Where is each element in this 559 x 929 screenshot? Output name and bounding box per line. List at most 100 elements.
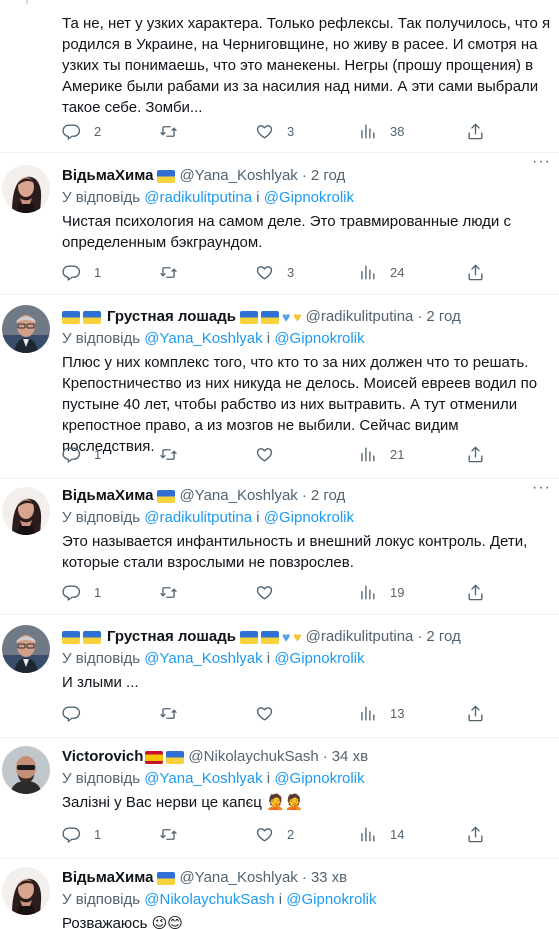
tweet-1[interactable]: ВідьмаХима @Yana_Koshlyak · 2 год У відп…	[0, 153, 559, 294]
author-handle[interactable]: @radikulitputina	[306, 307, 414, 327]
author-handle[interactable]: @Yana_Koshlyak	[179, 868, 297, 888]
flag-icon	[157, 169, 176, 183]
retweet-icon	[159, 583, 178, 602]
timestamp[interactable]: 2 год	[311, 486, 345, 506]
like-button[interactable]: 3	[255, 263, 294, 282]
mention-link[interactable]: @Gipnokrolik	[286, 891, 376, 908]
mention-link[interactable]: @Gipnokrolik	[264, 189, 354, 206]
like-icon	[255, 704, 274, 723]
tweet-2[interactable]: Грустная лошадь ♥ ♥ @radikulitputina · 2 …	[0, 295, 559, 478]
reply-button[interactable]: 1	[62, 445, 101, 464]
reply-to: У відповідь @radikulitputina і @Gipnokro…	[62, 189, 355, 206]
avatar[interactable]	[2, 305, 50, 353]
like-icon	[255, 122, 274, 141]
views-button[interactable]: 13	[358, 704, 404, 723]
like-button[interactable]	[255, 445, 274, 464]
author-handle[interactable]: @NikolaychukSash	[188, 747, 318, 767]
timestamp[interactable]: 2 год	[426, 307, 460, 327]
views-button[interactable]: 19	[358, 583, 404, 602]
reply-icon	[62, 263, 81, 282]
mention-link[interactable]: @NikolaychukSash	[144, 891, 274, 908]
author-name[interactable]: ВідьмаХима	[62, 868, 153, 888]
share-button[interactable]	[466, 704, 485, 723]
mention-link[interactable]: @Yana_Koshlyak	[144, 650, 262, 667]
retweet-button[interactable]	[159, 583, 178, 602]
tweet-text: И злыми ...	[62, 674, 139, 691]
mention-link[interactable]: @radikulitputina	[144, 189, 252, 206]
avatar[interactable]	[2, 867, 50, 915]
mention-link[interactable]: @radikulitputina	[144, 509, 252, 526]
tweet-text: Это называется инфантильность и внешний …	[62, 533, 528, 571]
share-button[interactable]	[466, 445, 485, 464]
author-handle[interactable]: @radikulitputina	[306, 627, 414, 647]
avatar[interactable]	[2, 746, 50, 794]
avatar[interactable]	[2, 165, 50, 213]
author-name[interactable]: Грустная лошадь	[107, 627, 236, 647]
timestamp[interactable]: 34 хв	[332, 747, 368, 767]
avatar[interactable]	[2, 625, 50, 673]
views-button[interactable]: 14	[358, 825, 404, 844]
retweet-button[interactable]	[159, 122, 178, 141]
author-name[interactable]: ВідьмаХима	[62, 166, 153, 186]
timestamp[interactable]: 33 хв	[311, 868, 347, 888]
share-icon	[466, 445, 485, 464]
author-name[interactable]: ВідьмаХима	[62, 486, 153, 506]
reply-to: У відповідь @Yana_Koshlyak і @Gipnokroli…	[62, 770, 365, 787]
tweet-3[interactable]: ВідьмаХима @Yana_Koshlyak · 2 год У відп…	[0, 479, 559, 614]
retweet-button[interactable]	[159, 825, 178, 844]
share-button[interactable]	[466, 825, 485, 844]
like-button[interactable]	[255, 583, 274, 602]
avatar[interactable]	[2, 487, 50, 535]
tweet-6[interactable]: ВідьмаХима @Yana_Koshlyak · 33 хв У відп…	[0, 859, 559, 929]
views-button[interactable]: 21	[358, 445, 404, 464]
reply-button[interactable]: 1	[62, 825, 101, 844]
reply-button[interactable]: 2	[62, 122, 101, 141]
retweet-icon	[159, 704, 178, 723]
retweet-button[interactable]	[159, 704, 178, 723]
views-icon	[358, 445, 377, 464]
share-icon	[466, 122, 485, 141]
share-button[interactable]	[466, 583, 485, 602]
author-name[interactable]: Грустная лошадь	[107, 307, 236, 327]
mention-link[interactable]: @Yana_Koshlyak	[144, 770, 262, 787]
share-icon	[466, 263, 485, 282]
views-icon	[358, 825, 377, 844]
mention-link[interactable]: @Gipnokrolik	[274, 770, 364, 787]
like-button[interactable]	[255, 704, 274, 723]
views-icon	[358, 583, 377, 602]
reply-to: У відповідь @Yana_Koshlyak і @Gipnokroli…	[62, 330, 365, 347]
tweet-0[interactable]: Та не, нет у узких характера. Только реф…	[0, 0, 559, 152]
reply-icon	[62, 583, 81, 602]
share-button[interactable]	[466, 263, 485, 282]
author-name[interactable]: Victorovich	[62, 747, 143, 767]
reply-to: У відповідь @radikulitputina і @Gipnokro…	[62, 509, 355, 526]
tweet-5[interactable]: Victorovich @NikolaychukSash · 34 хв У в…	[0, 738, 559, 858]
tweet-text: Плюс у них комплекс того, что кто то за …	[62, 354, 538, 455]
reply-button[interactable]	[62, 704, 81, 723]
like-button[interactable]: 3	[255, 122, 294, 141]
views-button[interactable]: 24	[358, 263, 404, 282]
tweet-4[interactable]: Грустная лошадь ♥ ♥ @radikulitputina · 2 …	[0, 615, 559, 737]
more-icon[interactable]: ···	[532, 154, 551, 170]
timestamp[interactable]: 2 год	[311, 166, 345, 186]
views-button[interactable]: 38	[358, 122, 404, 141]
mention-link[interactable]: @Yana_Koshlyak	[144, 330, 262, 347]
mention-link[interactable]: @Gipnokrolik	[274, 650, 364, 667]
retweet-button[interactable]	[159, 263, 178, 282]
tweet-text: Залізні у Вас нерви це капєц 🤦🤦	[62, 794, 304, 811]
retweet-button[interactable]	[159, 445, 178, 464]
share-icon	[466, 825, 485, 844]
views-icon	[358, 122, 377, 141]
views-icon	[358, 263, 377, 282]
author-handle[interactable]: @Yana_Koshlyak	[179, 166, 297, 186]
timestamp[interactable]: 2 год	[426, 627, 460, 647]
mention-link[interactable]: @Gipnokrolik	[264, 509, 354, 526]
reply-button[interactable]: 1	[62, 583, 101, 602]
mention-link[interactable]: @Gipnokrolik	[274, 330, 364, 347]
flag-icon	[62, 630, 101, 644]
author-handle[interactable]: @Yana_Koshlyak	[179, 486, 297, 506]
like-button[interactable]: 2	[255, 825, 294, 844]
more-icon[interactable]: ···	[532, 480, 551, 496]
reply-button[interactable]: 1	[62, 263, 101, 282]
share-button[interactable]	[466, 122, 485, 141]
